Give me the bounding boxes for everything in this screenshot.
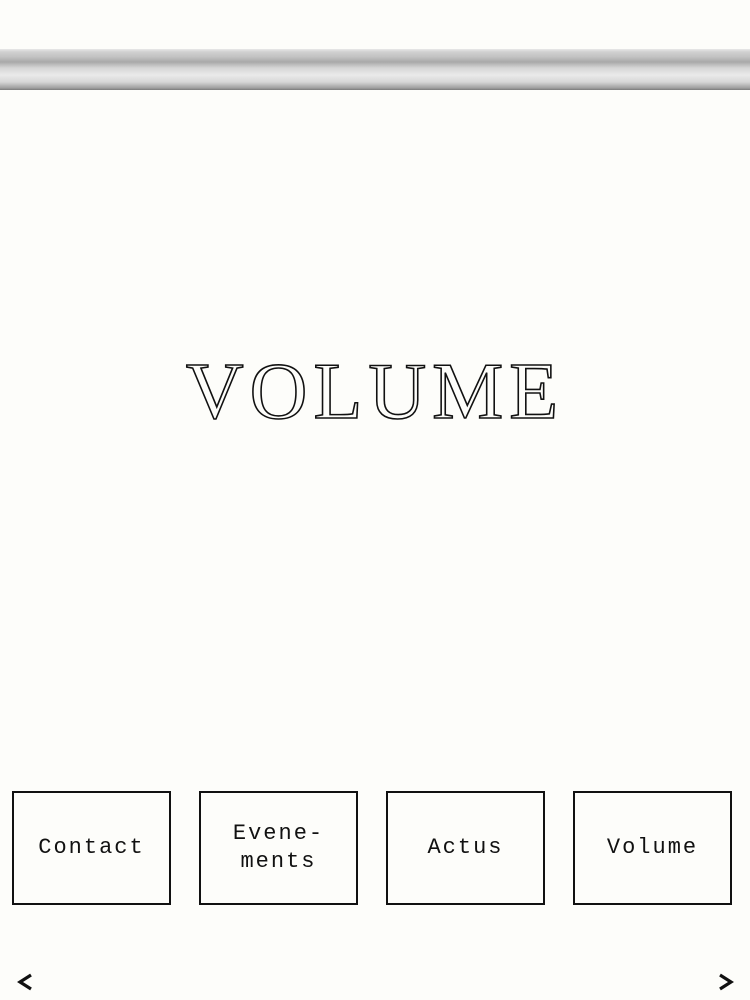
top-toolbar (0, 49, 750, 90)
contact-button[interactable]: Contact (12, 791, 171, 905)
chevron-left-icon (17, 973, 32, 991)
next-page-button[interactable] (711, 968, 739, 996)
evenements-button-label: Evene- ments (232, 821, 325, 874)
hero-title-graphic: VOLUME (185, 347, 564, 437)
evenements-button[interactable]: Evene- ments (199, 791, 358, 905)
bottom-nav: Contact Evene- ments Actus Volume (0, 791, 750, 909)
hero: VOLUME (0, 340, 750, 440)
contact-button-label: Contact (38, 835, 145, 860)
actus-button[interactable]: Actus (386, 791, 545, 905)
prev-page-button[interactable] (12, 968, 40, 996)
hero-title: VOLUME (186, 348, 564, 436)
chevron-right-icon (719, 973, 734, 991)
actus-button-label: Actus (427, 835, 504, 860)
volume-button[interactable]: Volume (573, 791, 732, 905)
volume-button-label: Volume (606, 835, 699, 860)
